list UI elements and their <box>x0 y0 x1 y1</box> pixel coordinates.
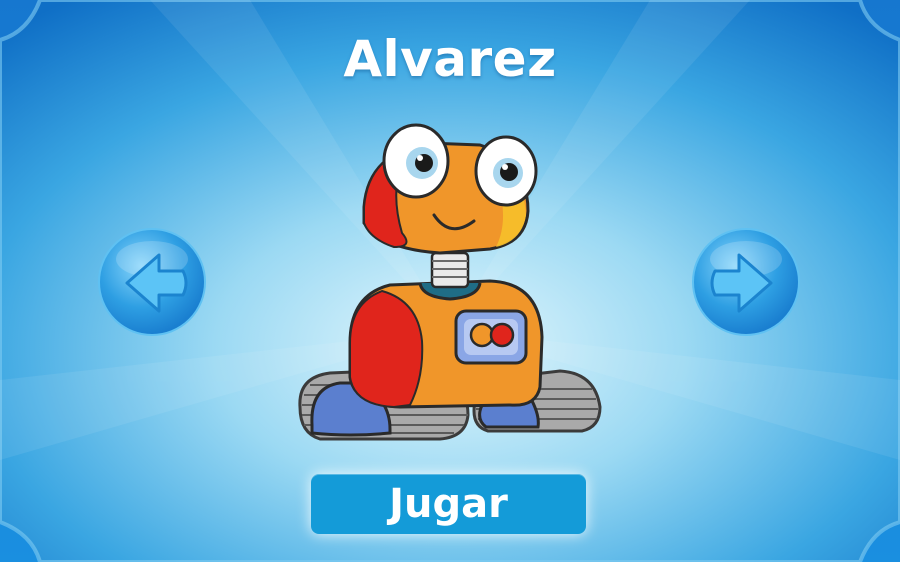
arrow-right-icon <box>692 228 800 336</box>
robot-neck <box>418 251 482 301</box>
play-button[interactable]: Jugar <box>311 474 586 534</box>
arrow-left-icon <box>98 228 206 336</box>
character-name: Alvarez <box>343 30 557 88</box>
robot-character <box>290 115 610 445</box>
previous-button[interactable] <box>97 227 207 337</box>
next-button[interactable] <box>691 227 801 337</box>
